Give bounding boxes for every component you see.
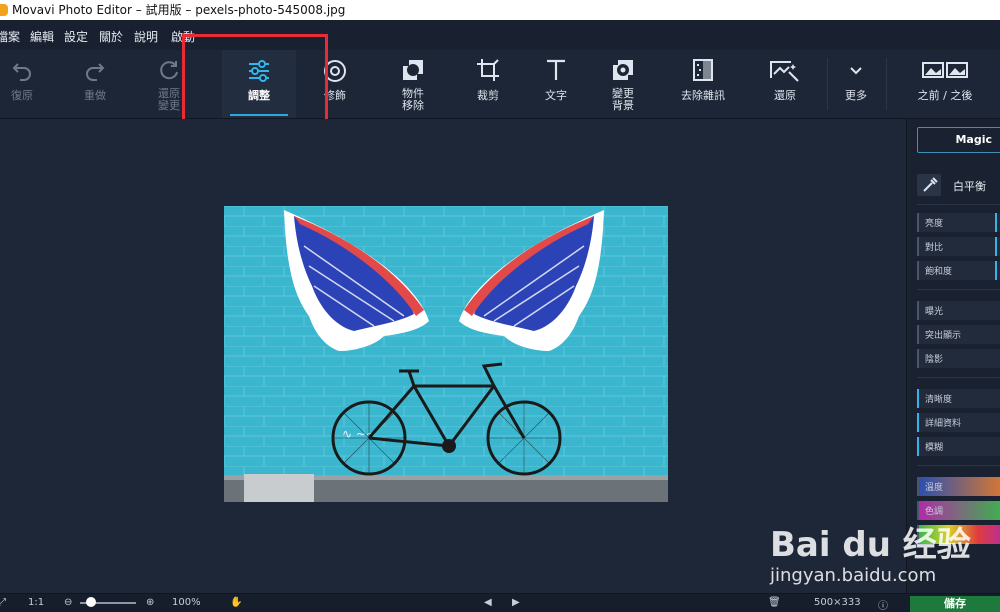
slider-knob[interactable] xyxy=(995,261,997,280)
menu-bar: 檔案 編輯 設定 關於 說明 啟動 xyxy=(0,20,1000,50)
highlights-slider[interactable]: 突出顯示 xyxy=(917,325,1000,344)
menu-settings[interactable]: 設定 xyxy=(64,28,88,45)
restore-label: 還原 xyxy=(774,89,796,102)
tab-denoise[interactable]: 去除雜訊 xyxy=(668,50,738,118)
refresh-icon xyxy=(160,61,178,80)
trash-icon[interactable]: 🗑 xyxy=(768,597,781,608)
toolbar-separator xyxy=(827,58,828,110)
panel-divider xyxy=(917,377,1000,378)
clarity-label: 清晰度 xyxy=(925,395,953,405)
menu-file[interactable]: 檔案 xyxy=(0,28,20,45)
menu-about[interactable]: 關於 xyxy=(99,28,123,45)
window-title: Movavi Photo Editor – 試用版 – pexels-photo… xyxy=(12,3,346,17)
denoise-icon xyxy=(693,59,713,81)
previous-image-icon[interactable]: ◀ xyxy=(484,597,492,608)
before-after-button[interactable]: 之前 / 之後 xyxy=(900,50,990,118)
zoom-in-icon[interactable]: ⊕ xyxy=(146,597,154,608)
panel-divider xyxy=(917,465,1000,466)
before-after-label: 之前 / 之後 xyxy=(917,89,973,102)
zoom-slider-knob[interactable] xyxy=(86,597,96,607)
details-label: 詳細資料 xyxy=(925,419,962,429)
title-bar: Movavi Photo Editor – 試用版 – pexels-photo… xyxy=(0,0,1000,20)
shadows-slider[interactable]: 陰影 xyxy=(917,349,1000,368)
redo-icon xyxy=(86,63,105,81)
toolbar: 復原 重做 還原 變更 調整 修飾 物件 移除 裁剪 文字 變更 背景 去除雜訊… xyxy=(0,50,1000,119)
restore-wand-icon xyxy=(770,61,799,82)
undo-button[interactable]: 復原 xyxy=(0,50,44,118)
zoom-out-icon[interactable]: ⊖ xyxy=(64,597,72,608)
toolbar-separator xyxy=(886,58,887,110)
crop-label: 裁剪 xyxy=(477,89,499,102)
app-logo-icon xyxy=(0,4,8,16)
tint-slider[interactable]: 色調 xyxy=(917,501,1000,520)
redo-button[interactable]: 重做 xyxy=(72,50,118,118)
tab-object-removal[interactable]: 物件 移除 xyxy=(384,50,442,118)
clarity-slider[interactable]: 清晰度 xyxy=(917,389,1000,408)
contrast-label: 對比 xyxy=(925,243,944,253)
next-image-icon[interactable]: ▶ xyxy=(512,597,520,608)
undo-label: 復原 xyxy=(11,89,33,102)
adjust-panel: Magic 白平衡 亮度 對比 飽和度 曝光 突出顯示 陰影 清晰度 詳細資料 xyxy=(906,119,1000,593)
photo-preview[interactable]: ∿ ~~ xyxy=(224,206,668,502)
contrast-slider[interactable]: 對比 xyxy=(917,237,1000,256)
object-removal-icon xyxy=(403,60,423,80)
redo-label: 重做 xyxy=(84,89,106,102)
exposure-label: 曝光 xyxy=(925,307,944,317)
photo-image: ∿ ~~ xyxy=(224,206,668,502)
brightness-slider[interactable]: 亮度 xyxy=(917,213,1000,232)
undo-icon xyxy=(12,63,31,81)
shadows-label: 陰影 xyxy=(925,355,944,365)
object-removal-label: 物件 移除 xyxy=(402,87,424,112)
image-size: 500×333 xyxy=(814,597,861,608)
brightness-label: 亮度 xyxy=(925,219,944,229)
change-background-icon xyxy=(613,60,633,80)
saturation-slider[interactable]: 飽和度 xyxy=(917,261,1000,280)
text-label: 文字 xyxy=(545,89,567,102)
white-balance-row[interactable]: 白平衡 xyxy=(917,174,1000,196)
canvas-area[interactable]: ∿ ~~ xyxy=(0,119,906,593)
slider-knob[interactable] xyxy=(995,237,997,256)
tab-change-background[interactable]: 變更 背景 xyxy=(596,50,650,118)
save-button[interactable]: 儲存 xyxy=(910,596,1000,612)
blur-slider[interactable]: 模糊 xyxy=(917,437,1000,456)
panel-divider xyxy=(917,289,1000,290)
saturation-label: 飽和度 xyxy=(925,267,953,277)
actual-size-button[interactable]: 1:1 xyxy=(28,597,44,608)
menu-edit[interactable]: 編輯 xyxy=(30,28,54,45)
eyedropper-icon[interactable] xyxy=(917,174,941,196)
before-after-icon xyxy=(922,62,968,78)
tab-restore[interactable]: 還原 xyxy=(756,50,814,118)
temperature-slider[interactable]: 溫度 xyxy=(917,477,1000,496)
change-background-label: 變更 背景 xyxy=(612,87,634,112)
denoise-label: 去除雜訊 xyxy=(681,89,725,102)
panel-divider xyxy=(917,204,1000,205)
fit-screen-icon[interactable]: ⤢ xyxy=(0,597,6,608)
tab-crop[interactable]: 裁剪 xyxy=(462,50,514,118)
zoom-level: 100% xyxy=(172,597,201,608)
hue-slider[interactable] xyxy=(917,525,1000,544)
hand-tool-icon[interactable]: ✋ xyxy=(230,597,242,608)
info-icon[interactable]: ⓘ xyxy=(878,597,888,612)
tint-label: 色調 xyxy=(925,507,944,517)
menu-help[interactable]: 說明 xyxy=(134,28,158,45)
temperature-label: 溫度 xyxy=(925,483,944,493)
exposure-slider[interactable]: 曝光 xyxy=(917,301,1000,320)
blur-label: 模糊 xyxy=(925,443,944,453)
crop-icon xyxy=(477,59,499,81)
highlight-annotation-box xyxy=(182,34,328,128)
highlights-label: 突出顯示 xyxy=(925,331,962,341)
tab-text[interactable]: 文字 xyxy=(530,50,582,118)
white-balance-label: 白平衡 xyxy=(953,180,986,193)
status-bar: ⤢ 1:1 ⊖ ⊕ 100% ✋ ◀ ▶ 🗑 500×333 ⓘ 儲存 xyxy=(0,593,1000,612)
magic-enhance-button[interactable]: Magic xyxy=(917,127,1000,153)
details-slider[interactable]: 詳細資料 xyxy=(917,413,1000,432)
more-button[interactable]: 更多 xyxy=(834,50,878,118)
chevron-down-icon xyxy=(850,67,862,75)
more-label: 更多 xyxy=(845,89,867,102)
slider-knob[interactable] xyxy=(995,213,997,232)
text-icon xyxy=(547,59,565,80)
